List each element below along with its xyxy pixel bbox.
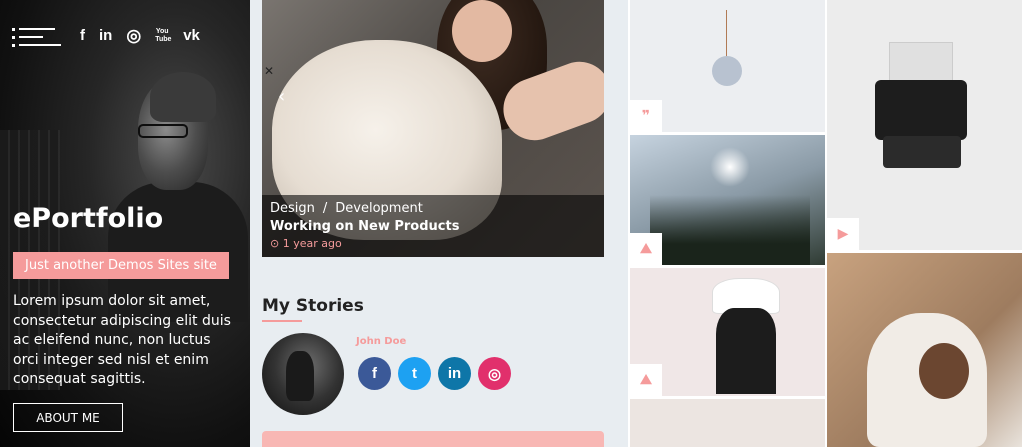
linkedin-icon[interactable]: in <box>438 357 471 390</box>
post-title-link[interactable]: Working on New Products <box>270 219 596 234</box>
image-icon: ⛰ <box>630 364 662 396</box>
linkedin-icon[interactable]: in <box>99 26 112 46</box>
quote-icon: ❞ <box>630 100 662 132</box>
close-icon[interactable]: ✕ <box>264 64 274 78</box>
main-column: ✕ ‹ Design / Development Working on New … <box>250 0 628 447</box>
grid-tile-hat[interactable]: ⛰ <box>630 268 825 396</box>
grid-tile-woman[interactable] <box>827 253 1022 447</box>
grid-tile-video[interactable]: ▶ <box>827 0 1022 250</box>
facebook-icon[interactable]: f <box>358 357 391 390</box>
instagram-icon[interactable]: ◎ <box>126 26 141 46</box>
grid-tile-next[interactable] <box>630 399 825 447</box>
header-social-icons: f in ◎ You Tube vk <box>80 26 200 46</box>
twitter-icon[interactable]: t <box>398 357 431 390</box>
category-link-design[interactable]: Design <box>270 201 315 216</box>
hamburger-menu-icon[interactable] <box>12 26 64 50</box>
instagram-icon[interactable]: ◎ <box>478 357 511 390</box>
sidebar: f in ◎ You Tube vk ePortfolio Just anoth… <box>0 0 250 447</box>
author-name[interactable]: John Doe <box>356 336 406 347</box>
vk-icon[interactable]: vk <box>183 26 200 46</box>
author-avatar[interactable] <box>262 333 344 415</box>
story-card[interactable] <box>262 431 604 447</box>
site-title[interactable]: ePortfolio <box>13 203 163 234</box>
bio-text: Lorem ipsum dolor sit amet, consectetur … <box>13 293 231 387</box>
chevron-left-icon[interactable]: ‹ <box>278 86 285 107</box>
portfolio-page: f in ◎ You Tube vk ePortfolio Just anoth… <box>0 0 1024 447</box>
youtube-icon[interactable]: You Tube <box>155 28 171 44</box>
slider-caption: Design / Development Working on New Prod… <box>262 195 604 257</box>
grid-tile-quote[interactable]: ❞ <box>630 0 825 132</box>
about-me-button[interactable]: ABOUT ME <box>13 403 123 432</box>
post-time: ⊙ 1 year ago <box>270 237 342 250</box>
stories-heading: My Stories <box>262 296 364 316</box>
site-tagline: Just another Demos Sites site <box>13 252 229 279</box>
category-separator: / <box>322 201 328 216</box>
heading-underline <box>262 320 302 322</box>
posts-grid: ❞ ▶ ⛰ ⛰ <box>628 0 1024 447</box>
post-categories: Design / Development <box>270 201 596 216</box>
featured-post-slider[interactable]: ✕ ‹ Design / Development Working on New … <box>262 0 604 257</box>
category-link-development[interactable]: Development <box>335 201 423 216</box>
grid-tile-palms[interactable]: ⛰ <box>630 135 825 265</box>
image-icon: ⛰ <box>630 233 662 265</box>
video-icon: ▶ <box>827 218 859 250</box>
facebook-icon[interactable]: f <box>80 26 85 46</box>
author-social-icons: f t in ◎ <box>358 357 511 390</box>
